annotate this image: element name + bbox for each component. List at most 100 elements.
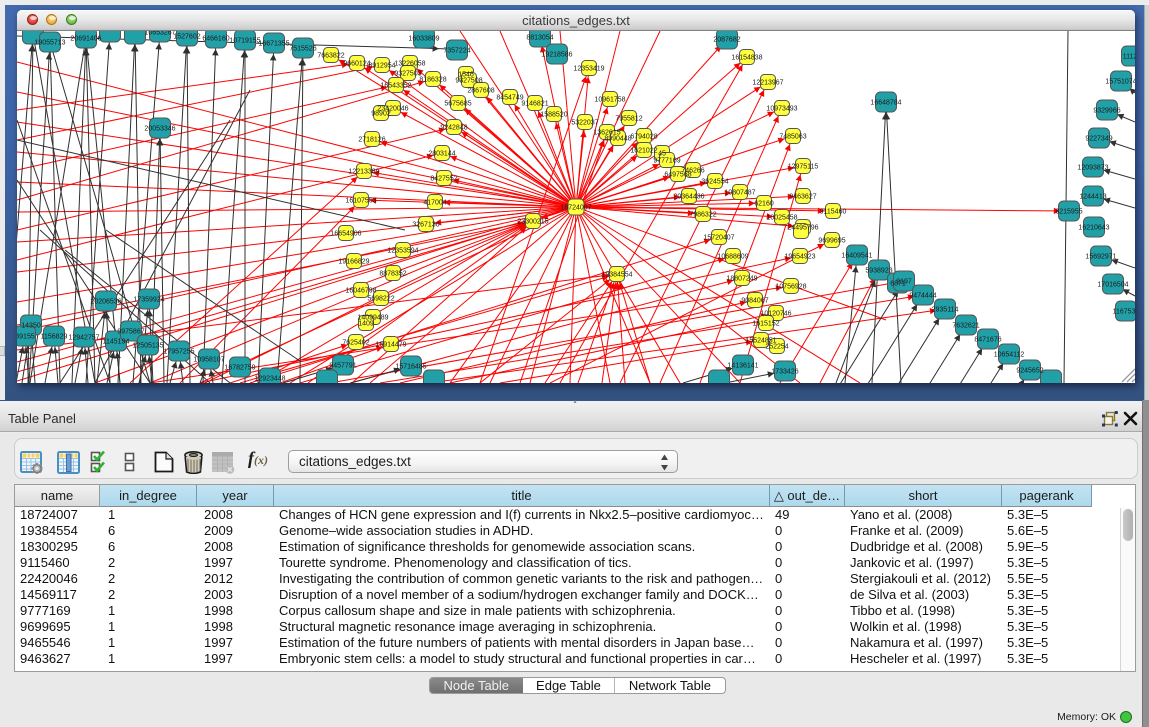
svg-text:5938923: 5938923 <box>865 268 892 275</box>
svg-text:10973493: 10973493 <box>766 106 797 113</box>
svg-text:9245652: 9245652 <box>1016 368 1043 375</box>
svg-text:16671355: 16671355 <box>258 41 289 48</box>
svg-text:9975867: 9975867 <box>117 329 144 336</box>
svg-text:12923448: 12923448 <box>254 376 285 383</box>
svg-text:12975115: 12975115 <box>788 164 819 171</box>
svg-text:9084067: 9084067 <box>741 298 768 305</box>
svg-text:7357224: 7357224 <box>443 48 470 55</box>
svg-text:2935114: 2935114 <box>932 307 959 314</box>
svg-text:10120746: 10120746 <box>760 311 791 318</box>
svg-text:12353419: 12353419 <box>573 66 604 73</box>
svg-text:12093873: 12093873 <box>1077 165 1108 172</box>
svg-text:16654906: 16654906 <box>330 231 361 238</box>
svg-text:15751074: 15751074 <box>1105 79 1135 86</box>
svg-text:14350: 14350 <box>21 323 41 330</box>
svg-text:10025458: 10025458 <box>766 215 797 222</box>
svg-text:2087682: 2087682 <box>713 37 740 44</box>
svg-text:9327503: 9327503 <box>394 71 421 78</box>
svg-text:12505135: 12505135 <box>132 343 163 350</box>
svg-text:1733426: 1733426 <box>771 369 798 376</box>
svg-text:16543352: 16543352 <box>380 83 411 90</box>
svg-text:1615152: 1615152 <box>752 321 779 328</box>
svg-text:7515526: 7515526 <box>289 46 316 53</box>
svg-text:417004: 417004 <box>423 200 446 207</box>
svg-text:18807249: 18807249 <box>726 276 757 283</box>
svg-text:7625402: 7625402 <box>342 340 369 347</box>
svg-text:10653267: 10653267 <box>144 31 175 37</box>
svg-text:10961758: 10961758 <box>594 97 625 104</box>
svg-text:18724007: 18724007 <box>560 205 591 212</box>
svg-text:252254: 252254 <box>765 344 788 351</box>
svg-text:16782759: 16782759 <box>224 365 255 372</box>
svg-text:9146821: 9146821 <box>521 101 548 108</box>
svg-text:8186328: 8186328 <box>419 77 446 84</box>
svg-text:17016504: 17016504 <box>1097 282 1128 289</box>
svg-text:10756928: 10756928 <box>775 284 806 291</box>
svg-text:45: 45 <box>658 151 666 158</box>
svg-text:1621022: 1621022 <box>630 148 657 155</box>
svg-text:10807487: 10807487 <box>724 190 755 197</box>
svg-text:19055713: 19055713 <box>34 40 65 47</box>
svg-text:23300215: 23300215 <box>517 219 548 226</box>
svg-text:5675685: 5675685 <box>444 101 471 108</box>
svg-text:1409: 1409 <box>358 321 374 328</box>
svg-text:16210643: 16210643 <box>1078 225 1109 232</box>
svg-text:9197: 9197 <box>896 279 912 286</box>
svg-text:20364436: 20364436 <box>673 194 704 201</box>
svg-text:12213967: 12213967 <box>752 80 783 87</box>
svg-text:9660124: 9660124 <box>343 61 370 68</box>
svg-text:62160: 62160 <box>754 201 774 208</box>
svg-text:9115460: 9115460 <box>820 209 847 216</box>
svg-text:5698222: 5698222 <box>367 296 394 303</box>
svg-text:1527602: 1527602 <box>173 34 200 41</box>
svg-text:20206536: 20206536 <box>90 299 121 306</box>
svg-text:16033809: 16033809 <box>408 36 439 43</box>
svg-text:3624554: 3624554 <box>701 179 728 186</box>
svg-text:10719155: 10719155 <box>229 38 260 45</box>
svg-text:19218586: 19218586 <box>541 52 572 59</box>
svg-text:98902: 98902 <box>371 111 391 118</box>
svg-text:17359924: 17359924 <box>133 297 164 304</box>
svg-text:2718126: 2718126 <box>358 137 385 144</box>
svg-text:16914479: 16914479 <box>375 342 406 349</box>
svg-text:8878352: 8878352 <box>379 271 406 278</box>
svg-text:1588520: 1588520 <box>540 112 567 119</box>
svg-text:9699695: 9699695 <box>818 238 845 245</box>
svg-text:9463627: 9463627 <box>789 194 816 201</box>
svg-text:17957255: 17957255 <box>163 349 194 356</box>
svg-text:1145194: 1145194 <box>103 339 130 346</box>
svg-text:3267130: 3267130 <box>412 222 439 229</box>
svg-text:8215955: 8215955 <box>1055 209 1082 216</box>
svg-text:11121: 11121 <box>1123 54 1135 61</box>
svg-text:10688609: 10688609 <box>717 254 748 261</box>
svg-text:16648784: 16648784 <box>870 100 901 107</box>
svg-text:16154838: 16154838 <box>731 55 762 62</box>
svg-text:2867608: 2867608 <box>467 88 494 95</box>
svg-text:10654112: 10654112 <box>994 352 1025 359</box>
svg-text:20053346: 20053346 <box>144 126 175 133</box>
svg-text:7955812: 7955812 <box>615 116 642 123</box>
svg-text:9242848: 9242848 <box>440 125 467 132</box>
svg-text:1244413: 1244413 <box>1079 194 1106 201</box>
svg-text:19384554: 19384554 <box>601 272 632 279</box>
svg-text:16046798: 16046798 <box>345 288 376 295</box>
svg-text:6794028: 6794028 <box>630 134 657 141</box>
svg-text:6466160: 6466160 <box>202 36 229 43</box>
svg-text:1167533: 1167533 <box>1113 309 1135 316</box>
svg-text:19654923: 19654923 <box>784 254 815 261</box>
svg-text:9457791: 9457791 <box>329 363 356 370</box>
svg-text:6497568: 6497568 <box>664 172 691 179</box>
svg-text:7663822: 7663822 <box>317 53 344 60</box>
svg-text:2803144: 2803144 <box>428 151 455 158</box>
svg-text:19166829: 19166829 <box>338 259 369 266</box>
svg-text:15692971: 15692971 <box>1085 254 1116 261</box>
svg-text:9474444: 9474444 <box>909 293 936 300</box>
svg-text:24495796: 24495796 <box>787 225 818 232</box>
svg-text:20691406: 20691406 <box>70 36 101 43</box>
svg-text:7485063: 7485063 <box>779 134 806 141</box>
svg-text:9777169: 9777169 <box>653 158 680 165</box>
svg-text:8990448: 8990448 <box>604 136 631 143</box>
svg-text:9227349: 9227349 <box>1085 136 1112 143</box>
svg-text:8427552: 8427552 <box>430 176 457 183</box>
svg-text:16409541: 16409541 <box>841 253 872 260</box>
